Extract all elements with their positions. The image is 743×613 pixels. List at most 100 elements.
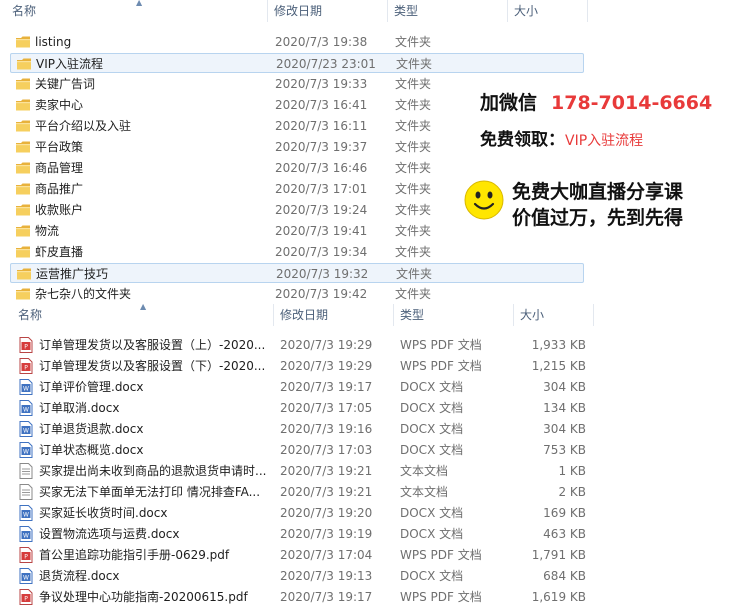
folder-date: 2020/7/3 16:46: [275, 161, 368, 175]
folder-icon: [15, 35, 31, 49]
folder-row[interactable]: 物流 2020/7/3 19:41 文件夹: [10, 221, 584, 241]
folder-type: 文件夹: [396, 267, 433, 281]
folder-name: 商品管理: [35, 161, 84, 175]
pdf-icon: P: [19, 589, 35, 605]
folder-type: 文件夹: [395, 161, 432, 175]
free-item: VIP入驻流程: [565, 133, 644, 149]
file-date: 2020/7/3 17:05: [280, 401, 373, 415]
file-size: 684 KB: [543, 569, 586, 583]
file-size: 753 KB: [543, 443, 586, 457]
file-type: DOCX 文档: [400, 506, 464, 520]
svg-text:W: W: [23, 449, 29, 456]
file-size: 1,619 KB: [531, 590, 586, 604]
file-row[interactable]: W 退货流程.docx 2020/7/3 19:13 DOCX 文档 684 KB: [14, 566, 594, 586]
file-name: 订单状态概览.docx: [39, 443, 144, 457]
folder-row[interactable]: 商品管理 2020/7/3 16:46 文件夹: [10, 158, 584, 178]
folder-name: 物流: [35, 224, 60, 238]
docx-icon: W: [19, 526, 35, 542]
file-row[interactable]: W 订单评价管理.docx 2020/7/3 19:17 DOCX 文档 304 KB: [14, 377, 594, 397]
file-name: 买家无法下单面单无法打印 情况排查FA...: [39, 485, 261, 499]
folder-date: 2020/7/3 19:38: [275, 35, 368, 49]
folder-type: 文件夹: [395, 35, 432, 49]
file-row[interactable]: W 设置物流选项与运费.docx 2020/7/3 19:19 DOCX 文档 463 …: [14, 524, 594, 544]
folder-date: 2020/7/3 19:32: [276, 267, 369, 281]
header-date[interactable]: 修改日期: [274, 304, 394, 326]
folder-icon: [16, 57, 32, 71]
pdf-icon: P: [19, 547, 35, 563]
file-row[interactable]: W 订单状态概览.docx 2020/7/3 17:03 DOCX 文档 753 KB: [14, 440, 594, 460]
file-size: 463 KB: [543, 527, 586, 541]
docx-icon: W: [19, 505, 35, 521]
file-date: 2020/7/3 19:29: [280, 359, 373, 373]
file-size: 1,215 KB: [531, 359, 586, 373]
file-type: DOCX 文档: [400, 569, 464, 583]
value-line: 价值过万，先到先得: [512, 207, 684, 229]
header-size[interactable]: 大小: [508, 0, 588, 22]
folder-row[interactable]: listing 2020/7/3 19:38 文件夹: [10, 32, 584, 52]
header-date[interactable]: 修改日期: [268, 0, 388, 22]
free-offer: 免费领取：VIP入驻流程: [480, 125, 643, 150]
docx-icon: W: [19, 400, 35, 416]
file-name: 订单取消.docx: [39, 401, 120, 415]
file-size: 1 KB: [558, 464, 586, 478]
sort-arrow-icon: ▲: [140, 302, 147, 311]
txt-icon: [19, 484, 35, 500]
file-row[interactable]: W 买家延长收货时间.docx 2020/7/3 19:20 DOCX 文档 169 K…: [14, 503, 594, 523]
file-size: 2 KB: [558, 485, 586, 499]
folder-icon: [15, 140, 31, 154]
folder-date: 2020/7/3 19:33: [275, 77, 368, 91]
folder-row[interactable]: VIP入驻流程 2020/7/23 23:01 文件夹: [10, 53, 584, 73]
docx-icon: W: [19, 421, 35, 437]
folder-date: 2020/7/3 19:24: [275, 203, 368, 217]
folder-name: 卖家中心: [35, 98, 84, 112]
file-date: 2020/7/3 17:04: [280, 548, 373, 562]
svg-text:W: W: [23, 386, 29, 393]
file-date: 2020/7/3 19:17: [280, 380, 373, 394]
folder-icon: [15, 77, 31, 91]
folder-icon: [15, 98, 31, 112]
file-date: 2020/7/3 19:29: [280, 338, 373, 352]
file-row[interactable]: 买家无法下单面单无法打印 情况排查FA... 2020/7/3 19:21 文本文档…: [14, 482, 594, 502]
file-type: WPS PDF 文档: [400, 548, 482, 562]
folder-row[interactable]: 杂七杂八的文件夹 2020/7/3 19:42 文件夹: [10, 284, 584, 304]
file-type: 文本文档: [400, 464, 449, 478]
header-size[interactable]: 大小: [514, 304, 594, 326]
file-size: 304 KB: [543, 422, 586, 436]
file-row[interactable]: P 首公里追踪功能指引手册-0629.pdf 2020/7/3 17:04 WPS P…: [14, 545, 594, 565]
file-name: 设置物流选项与运费.docx: [39, 527, 180, 541]
svg-text:W: W: [23, 533, 29, 540]
file-type: WPS PDF 文档: [400, 590, 482, 604]
folder-row[interactable]: 运营推广技巧 2020/7/3 19:32 文件夹: [10, 263, 584, 283]
header-type[interactable]: 类型: [388, 0, 508, 22]
file-date: 2020/7/3 17:03: [280, 443, 373, 457]
file-size: 1,791 KB: [531, 548, 586, 562]
file-row[interactable]: P 订单管理发货以及客服设置（下）-2020... 2020/7/3 19:29 WP…: [14, 356, 594, 376]
file-column-header: 名称 ▲ 修改日期 类型 大小: [0, 302, 600, 326]
folder-name: listing: [35, 35, 72, 49]
file-date: 2020/7/3 19:13: [280, 569, 373, 583]
folder-name: 平台介绍以及入驻: [35, 119, 132, 133]
folder-date: 2020/7/3 16:11: [275, 119, 368, 133]
file-row[interactable]: W 订单取消.docx 2020/7/3 17:05 DOCX 文档 134 KB: [14, 398, 594, 418]
folder-name: 杂七杂八的文件夹: [35, 287, 132, 301]
file-name: 买家提出尚未收到商品的退款退货申请时...: [39, 464, 267, 478]
folder-name: 关键广告词: [35, 77, 96, 91]
folder-icon: [15, 119, 31, 133]
file-type: DOCX 文档: [400, 527, 464, 541]
folder-date: 2020/7/3 17:01: [275, 182, 368, 196]
file-size: 304 KB: [543, 380, 586, 394]
folder-date: 2020/7/3 19:37: [275, 140, 368, 154]
docx-icon: W: [19, 568, 35, 584]
header-type[interactable]: 类型: [394, 304, 514, 326]
folder-row[interactable]: 虾皮直播 2020/7/3 19:34 文件夹: [10, 242, 584, 262]
folder-icon: [15, 287, 31, 301]
file-name: 订单评价管理.docx: [39, 380, 144, 394]
file-name: 买家延长收货时间.docx: [39, 506, 168, 520]
file-date: 2020/7/3 19:21: [280, 485, 373, 499]
file-row[interactable]: 买家提出尚未收到商品的退款退货申请时... 2020/7/3 19:21 文本文档 1…: [14, 461, 594, 481]
file-row[interactable]: P 订单管理发货以及客服设置（上）-2020... 2020/7/3 19:29 WP…: [14, 335, 594, 355]
live-course-line: 免费大咖直播分享课: [512, 181, 684, 203]
file-row[interactable]: W 订单退货退款.docx 2020/7/3 19:16 DOCX 文档 304 KB: [14, 419, 594, 439]
file-type: 文本文档: [400, 485, 449, 499]
file-row[interactable]: P 争议处理中心功能指南-20200615.pdf 2020/7/3 19:17 WP…: [14, 587, 594, 607]
